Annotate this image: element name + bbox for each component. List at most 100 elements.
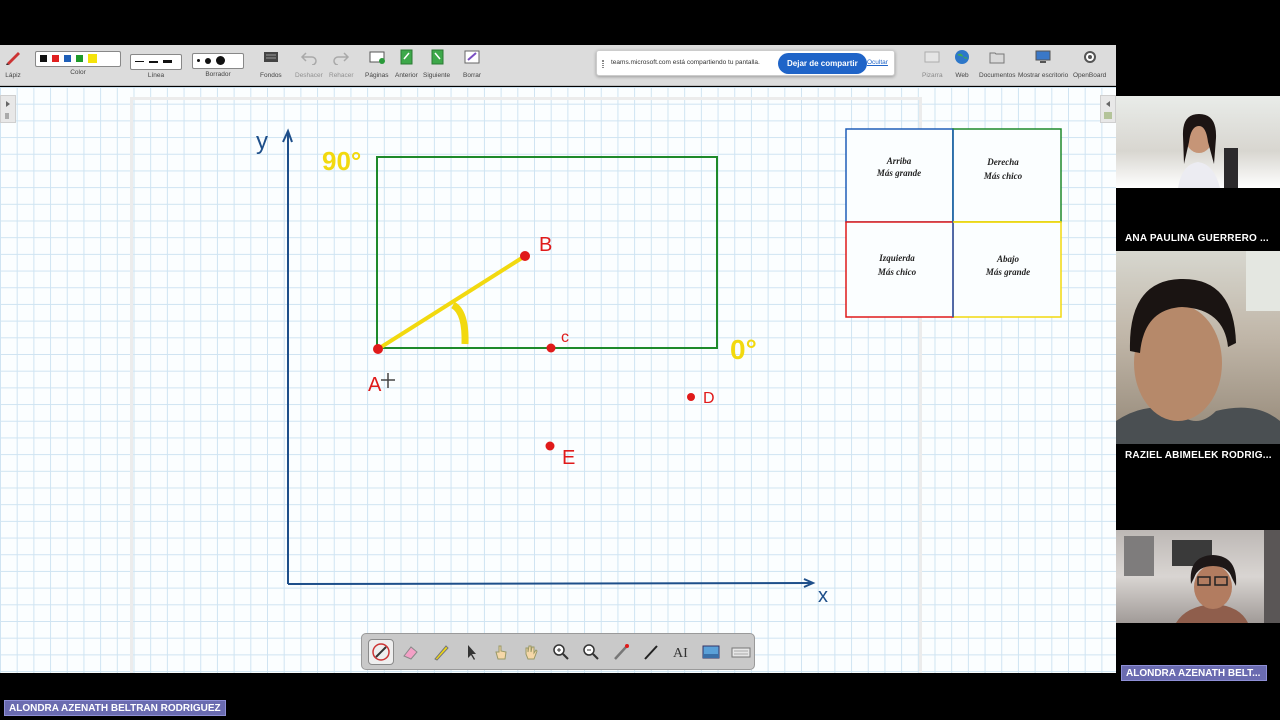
backgrounds-icon <box>263 52 278 62</box>
laser-palette-button[interactable] <box>608 639 634 665</box>
web-button[interactable]: Web <box>953 49 971 79</box>
clear-page-button[interactable]: Borrar <box>463 49 481 79</box>
point-b-label: B <box>539 234 552 256</box>
color-swatch-blue[interactable] <box>64 55 71 62</box>
svg-text:AI: AI <box>673 646 688 661</box>
podium-label: Pizarra <box>922 72 943 79</box>
pen-tool-button[interactable]: Lápiz <box>4 49 22 79</box>
openboard-label: OpenBoard <box>1073 72 1107 79</box>
participant-video-1[interactable] <box>1116 96 1280 188</box>
eraser-small-icon[interactable] <box>197 59 200 62</box>
color-picker[interactable]: Color <box>35 49 121 76</box>
pages-label: Páginas <box>365 72 389 79</box>
color-swatch-red[interactable] <box>52 55 59 62</box>
point-d[interactable] <box>687 393 695 401</box>
zoom-out-palette-button[interactable] <box>578 639 604 665</box>
x-axis <box>287 582 813 585</box>
redo-icon <box>333 52 350 65</box>
documents-button[interactable]: Documentos <box>979 49 1016 79</box>
keyboard-icon <box>731 647 751 657</box>
pages-icon <box>369 51 385 64</box>
eraser-palette-button[interactable] <box>398 639 424 665</box>
arrow-pointer-icon <box>468 644 476 660</box>
angle-0-label: 0° <box>730 334 757 365</box>
backgrounds-button[interactable]: Fondos <box>260 49 282 79</box>
backgrounds-label: Fondos <box>260 72 282 79</box>
line-thin-icon[interactable] <box>135 61 144 62</box>
stop-sharing-button[interactable]: Dejar de compartir <box>778 53 867 74</box>
highlighter-palette-button[interactable] <box>428 639 454 665</box>
podium-icon <box>924 51 940 63</box>
point-d-label: D <box>703 390 715 407</box>
pen-palette-button[interactable] <box>368 638 394 665</box>
web-label: Web <box>955 72 969 79</box>
whiteboard-canvas[interactable]: y x 90° 0° A B c D E Arriba Más grande D… <box>0 87 1116 673</box>
show-desktop-button[interactable]: Mostrar escritorio <box>1018 49 1068 79</box>
hide-banner-link[interactable]: Ocultar <box>867 59 888 66</box>
eraser-medium-icon[interactable] <box>205 57 211 64</box>
top-left-line2: Más grande <box>876 168 921 178</box>
pages-button[interactable]: Páginas <box>365 49 389 79</box>
next-page-button[interactable]: Siguiente <box>423 49 450 79</box>
pan-palette-button[interactable] <box>518 639 544 665</box>
zoom-in-palette-button[interactable] <box>548 639 574 665</box>
next-page-icon <box>431 49 444 65</box>
laser-pointer-icon <box>614 643 629 660</box>
participant-video-2[interactable] <box>1116 251 1280 467</box>
pen-label: Lápiz <box>5 72 21 79</box>
color-swatch-green[interactable] <box>76 55 83 62</box>
participant-3-avatar <box>1124 530 1280 623</box>
eraser-label: Borrador <box>205 70 231 78</box>
previous-page-button[interactable]: Anterior <box>395 49 418 79</box>
participant-1-name: ANA PAULINA GUERRERO ... <box>1116 227 1280 251</box>
line-thick-icon[interactable] <box>163 60 172 63</box>
line-medium-icon[interactable] <box>149 60 158 63</box>
color-swatch-yellow[interactable] <box>88 54 97 63</box>
podium-button[interactable]: Pizarra <box>922 49 943 79</box>
undo-icon <box>300 52 317 65</box>
screen-share-view: Lápiz Color Línea Borrador Fondos Deshac… <box>0 0 1280 720</box>
show-desktop-label: Mostrar escritorio <box>1018 72 1069 79</box>
previous-page-icon <box>400 49 413 65</box>
line-width-picker[interactable]: Línea <box>130 49 182 79</box>
globe-icon <box>955 50 969 64</box>
openboard-toolbar: Lápiz Color Línea Borrador Fondos Deshac… <box>0 45 1116 86</box>
bottom-right-line1: Abajo <box>996 254 1020 264</box>
screen-capture-icon <box>702 645 720 658</box>
text-palette-button[interactable]: AI <box>668 639 694 665</box>
eraser-size-picker[interactable]: Borrador <box>192 49 244 78</box>
bottom-left-line1: Izquierda <box>878 253 915 263</box>
point-a[interactable] <box>373 344 383 354</box>
pointing-hand-icon <box>495 645 507 659</box>
highlighter-icon <box>434 644 449 661</box>
angle-arc <box>451 301 469 345</box>
point-a-label: A <box>368 374 382 396</box>
sharing-message: teams.microsoft.com está compartiendo tu… <box>611 59 760 66</box>
point-b[interactable] <box>520 251 530 261</box>
capture-palette-button[interactable] <box>698 639 724 665</box>
line-tool-icon <box>644 644 658 660</box>
undo-button[interactable]: Deshacer <box>295 49 323 79</box>
line-label: Línea <box>147 71 165 79</box>
keyboard-palette-button[interactable] <box>728 639 754 665</box>
participant-video-3[interactable] <box>1116 530 1280 623</box>
participant-3-name: ALONDRA AZENATH BELT... <box>1121 665 1267 681</box>
top-right-line1: Derecha <box>986 157 1019 167</box>
y-axis-label: y <box>256 128 268 155</box>
top-right-line2: Más chico <box>983 171 1023 181</box>
point-c[interactable] <box>546 343 556 353</box>
eraser-icon <box>403 645 418 660</box>
eraser-large-icon[interactable] <box>216 56 225 65</box>
openboard-menu-button[interactable]: OpenBoard <box>1073 49 1106 79</box>
angle-90-label: 90° <box>322 146 361 176</box>
color-swatch-black[interactable] <box>40 55 47 62</box>
line-palette-button[interactable] <box>638 639 664 665</box>
point-e[interactable] <box>545 441 555 451</box>
interact-palette-button[interactable] <box>488 639 514 665</box>
next-page-label: Siguiente <box>423 72 451 79</box>
selector-palette-button[interactable] <box>458 639 484 665</box>
drag-handle-icon[interactable] <box>602 60 604 68</box>
documents-label: Documentos <box>979 72 1016 79</box>
redo-button[interactable]: Rehacer <box>329 49 354 79</box>
participant-1-avatar <box>1178 114 1238 188</box>
